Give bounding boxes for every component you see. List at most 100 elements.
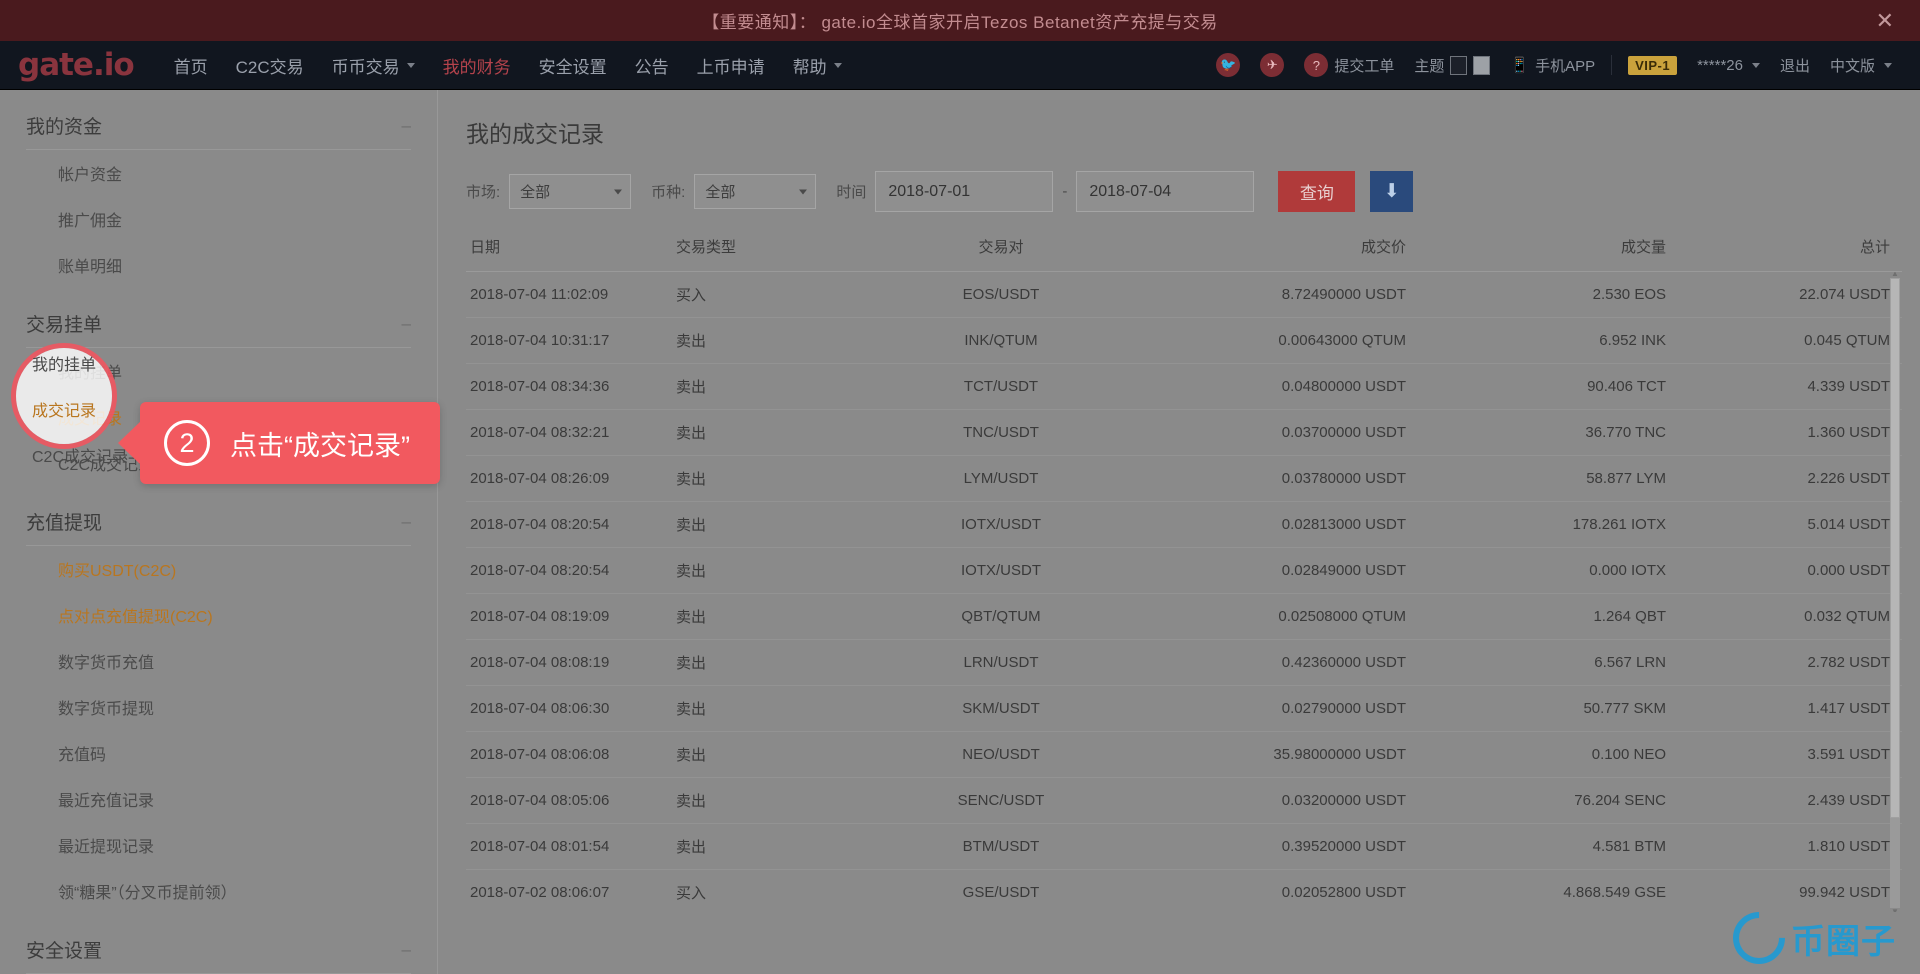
col-total: 总计 [1666,230,1902,272]
nav-item-security[interactable]: 安全设置 [525,53,621,78]
vertical-scrollbar[interactable]: ▲ ▼ [1890,272,1900,912]
page-body: 我的资金 – 帐户资金 推广佣金 账单明细 交易挂单 – 我的挂单 成交记录 C… [0,90,1920,974]
sidebar-item-buy-usdt[interactable]: 购买USDT(C2C) [26,546,411,592]
sidebar-item-claim-candy[interactable]: 领“糖果”（分叉币提前领） [26,868,411,914]
table-row[interactable]: 2018-07-04 11:02:09 买入 EOS/USDT 8.72490000 … [466,272,1902,318]
nav-item-home[interactable]: 首页 [160,53,222,78]
export-download-button[interactable]: ⬇ [1370,171,1414,212]
coin-select[interactable]: 全部 [694,174,817,209]
table-row[interactable]: 2018-07-04 08:26:09 卖出 LYM/USDT 0.03780000 … [466,455,1902,502]
cell-pair: IOTX/USDT [886,501,1116,548]
nav-label: 首页 [173,57,208,77]
sidebar-item-my-orders[interactable]: 我的挂单 [26,348,411,394]
search-button[interactable]: 查询 [1278,171,1356,212]
cell-total: 2.226 USDT [1666,455,1902,502]
user-menu[interactable]: *****26 [1687,57,1770,74]
vip-level[interactable]: VIP-1 [1618,55,1687,75]
cell-date: 2018-07-04 08:06:08 [466,731,676,778]
submit-ticket-button[interactable]: ? 提交工单 [1294,53,1404,77]
sidebar-group-deposit-withdraw[interactable]: 充值提现 – [26,486,411,546]
cell-price: 0.02052800 USDT [1116,869,1406,912]
scrollbar-thumb[interactable] [1890,278,1900,818]
table-row[interactable]: 2018-07-04 08:20:54 卖出 IOTX/USDT 0.02849000… [466,547,1902,594]
sidebar-item-recent-deposits[interactable]: 最近充值记录 [26,776,411,822]
trades-scroll-area[interactable]: 2018-07-04 11:02:09 买入 EOS/USDT 8.72490000 … [466,272,1902,912]
cell-date: 2018-07-04 10:31:17 [466,317,676,364]
sidebar-group-trade-orders[interactable]: 交易挂单 – [26,288,411,348]
sidebar-item-account-funds[interactable]: 帐户资金 [26,150,411,196]
table-row[interactable]: 2018-07-02 08:06:07 买入 GSE/USDT 0.02052800 … [466,869,1902,912]
cell-total: 5.014 USDT [1666,501,1902,548]
cell-amount: 58.877 LYM [1406,455,1666,502]
watermark-text: 币圈子 [1791,922,1896,961]
table-row[interactable]: 2018-07-04 08:05:06 卖出 SENC/USDT 0.03200000… [466,777,1902,824]
cell-date: 2018-07-04 08:20:54 [466,501,676,548]
chevron-down-icon [833,62,842,68]
market-filter-label: 市场: [466,184,501,201]
collapse-icon[interactable]: – [402,512,411,532]
sidebar-item-crypto-withdraw[interactable]: 数字货币提现 [26,684,411,730]
telegram-link[interactable]: ✈ [1250,53,1294,77]
collapse-icon[interactable]: – [402,940,411,960]
table-row[interactable]: 2018-07-04 08:19:09 卖出 QBT/QTUM 0.02508000 … [466,593,1902,640]
logout-button[interactable]: 退出 [1770,55,1820,76]
sidebar-group-my-funds[interactable]: 我的资金 – [26,90,411,150]
close-icon[interactable]: ✕ [1876,9,1894,32]
cell-pair: SENC/USDT [886,777,1116,824]
nav-label: 我的财务 [442,57,511,77]
nav-item-help[interactable]: 帮助 [779,53,856,78]
table-row[interactable]: 2018-07-04 08:06:30 卖出 SKM/USDT 0.02790000 … [466,685,1902,732]
table-row[interactable]: 2018-07-04 08:01:54 卖出 BTM/USDT 0.39520000 … [466,823,1902,870]
table-row[interactable]: 2018-07-04 08:08:19 卖出 LRN/USDT 0.42360000 … [466,639,1902,686]
language-selector[interactable]: 中文版 [1820,55,1902,76]
collapse-icon[interactable]: – [402,314,411,334]
collapse-icon[interactable]: – [402,116,411,136]
table-row[interactable]: 2018-07-04 08:06:08 卖出 NEO/USDT 35.98000000… [466,731,1902,778]
theme-light-swatch[interactable] [1473,55,1491,75]
date-to-input[interactable]: 2018-07-04 [1076,171,1255,212]
table-row[interactable]: 2018-07-04 08:32:21 卖出 TNC/USDT 0.03700000 … [466,409,1902,456]
table-row[interactable]: 2018-07-04 10:31:17 卖出 INK/QTUM 0.00643000 … [466,317,1902,364]
twitter-link[interactable]: 🐦 [1206,53,1250,77]
sidebar-item-bill-details[interactable]: 账单明细 [26,242,411,288]
cell-type: 卖出 [676,593,886,640]
market-select[interactable]: 全部 [509,174,632,209]
coin-filter-label: 币种: [651,184,686,201]
question-mark-icon: ? [1304,53,1329,77]
nav-item-my-finance[interactable]: 我的财务 [429,53,525,78]
theme-switcher[interactable]: 主题 [1404,55,1500,76]
cell-type: 买入 [676,869,886,912]
gateio-logo[interactable]: gate.io [18,47,135,83]
col-date: 日期 [466,230,676,272]
sidebar-item-recent-withdrawals[interactable]: 最近提现记录 [26,822,411,868]
cell-total: 1.810 USDT [1666,823,1902,870]
cell-date: 2018-07-04 08:34:36 [466,363,676,410]
sidebar-group-security[interactable]: 安全设置 – [26,914,411,974]
sidebar-item-crypto-deposit[interactable]: 数字货币充值 [26,638,411,684]
phone-icon: 📱 [1510,57,1530,74]
cell-pair: TNC/USDT [886,409,1116,456]
mobile-app-label: 手机APP [1535,57,1596,75]
cell-date: 2018-07-04 11:02:09 [466,272,676,318]
date-from-input[interactable]: 2018-07-01 [875,171,1054,212]
sidebar-item-referral-commission[interactable]: 推广佣金 [26,196,411,242]
chevron-down-icon [1884,62,1892,68]
cell-type: 卖出 [676,409,886,456]
sidebar-item-deposit-code[interactable]: 充值码 [26,730,411,776]
sidebar-item-p2p-deposit-withdraw[interactable]: 点对点充值提现(C2C) [26,592,411,638]
cell-date: 2018-07-04 08:05:06 [466,777,676,824]
nav-item-spot-trade[interactable]: 币币交易 [318,53,429,78]
language-label: 中文版 [1829,57,1875,75]
cell-amount: 36.770 TNC [1406,409,1666,456]
table-row[interactable]: 2018-07-04 08:20:54 卖出 IOTX/USDT 0.02813000… [466,501,1902,548]
table-row[interactable]: 2018-07-04 08:34:36 卖出 TCT/USDT 0.04800000 … [466,363,1902,410]
cell-price: 0.39520000 USDT [1116,823,1406,870]
site-header: gate.io 首页 C2C交易 币币交易 我的财务 安全设置 公告 上币申请 … [0,41,1920,90]
header-right-group: 🐦 ✈ ? 提交工单 主题 📱 手机APP VIP-1 *****26 退出 中… [1206,53,1920,77]
cell-total: 1.417 USDT [1666,685,1902,732]
mobile-app-link[interactable]: 📱 手机APP [1500,55,1605,76]
nav-item-announcements[interactable]: 公告 [621,53,683,78]
nav-item-c2c[interactable]: C2C交易 [222,53,318,78]
nav-item-listing-apply[interactable]: 上币申请 [683,53,779,78]
theme-dark-swatch[interactable] [1450,55,1468,75]
